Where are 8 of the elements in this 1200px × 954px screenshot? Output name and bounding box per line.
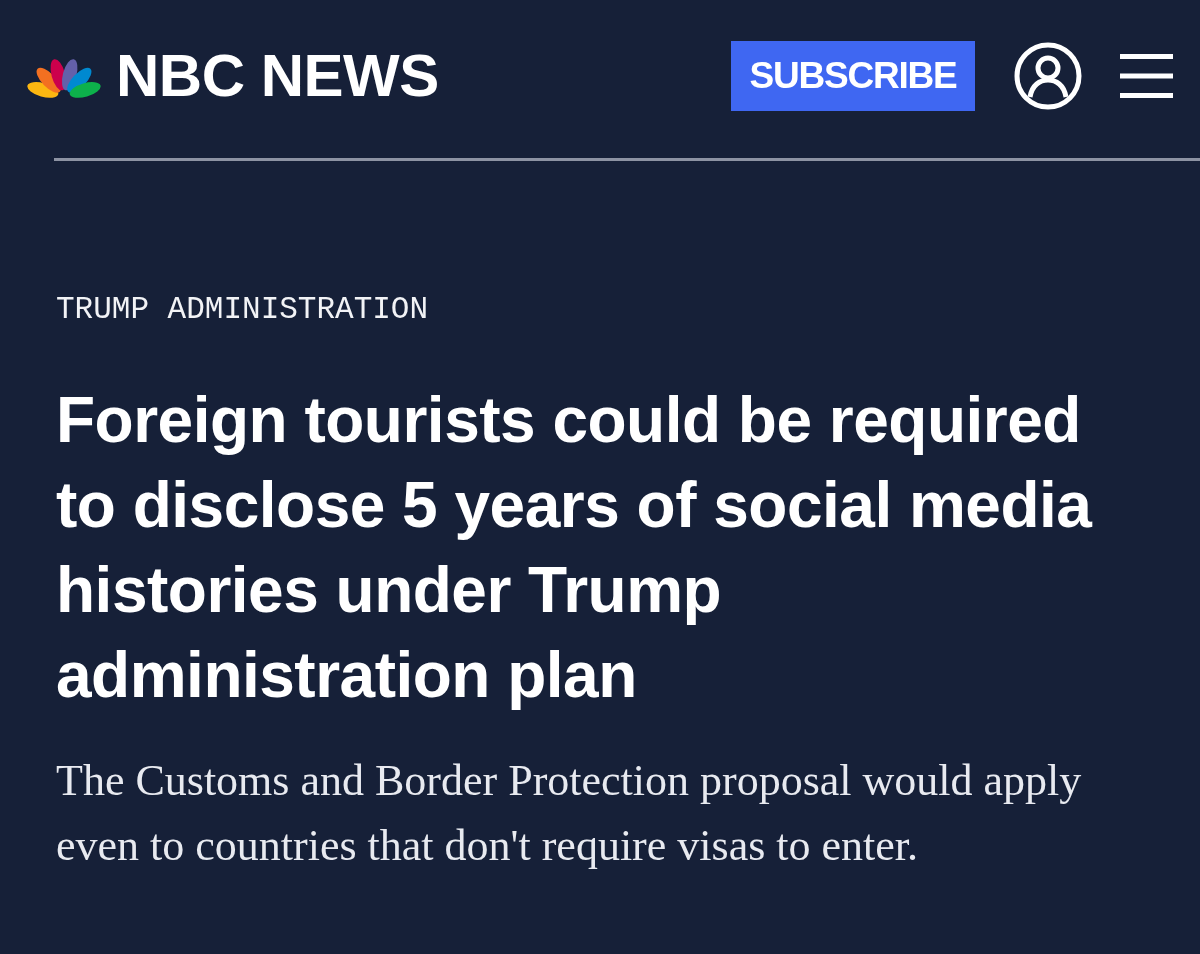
site-logo[interactable]: NBC NEWS: [26, 46, 439, 106]
article-summary: The Customs and Border Protection proposal would apply even to countries that don't require visas to enter.: [56, 755, 1083, 872]
subscribe-button[interactable]: SUBSCRIBE: [731, 41, 975, 111]
feather-fan-icon: [26, 56, 102, 100]
category-link[interactable]: TRUMP ADMINISTRATION: [56, 292, 429, 327]
menu-icon[interactable]: [1120, 54, 1173, 98]
account-icon[interactable]: [1014, 42, 1082, 110]
headline: Foreign tourists could be required to disclose 5 years of social media histories under Trump administration plan: [56, 383, 1094, 713]
